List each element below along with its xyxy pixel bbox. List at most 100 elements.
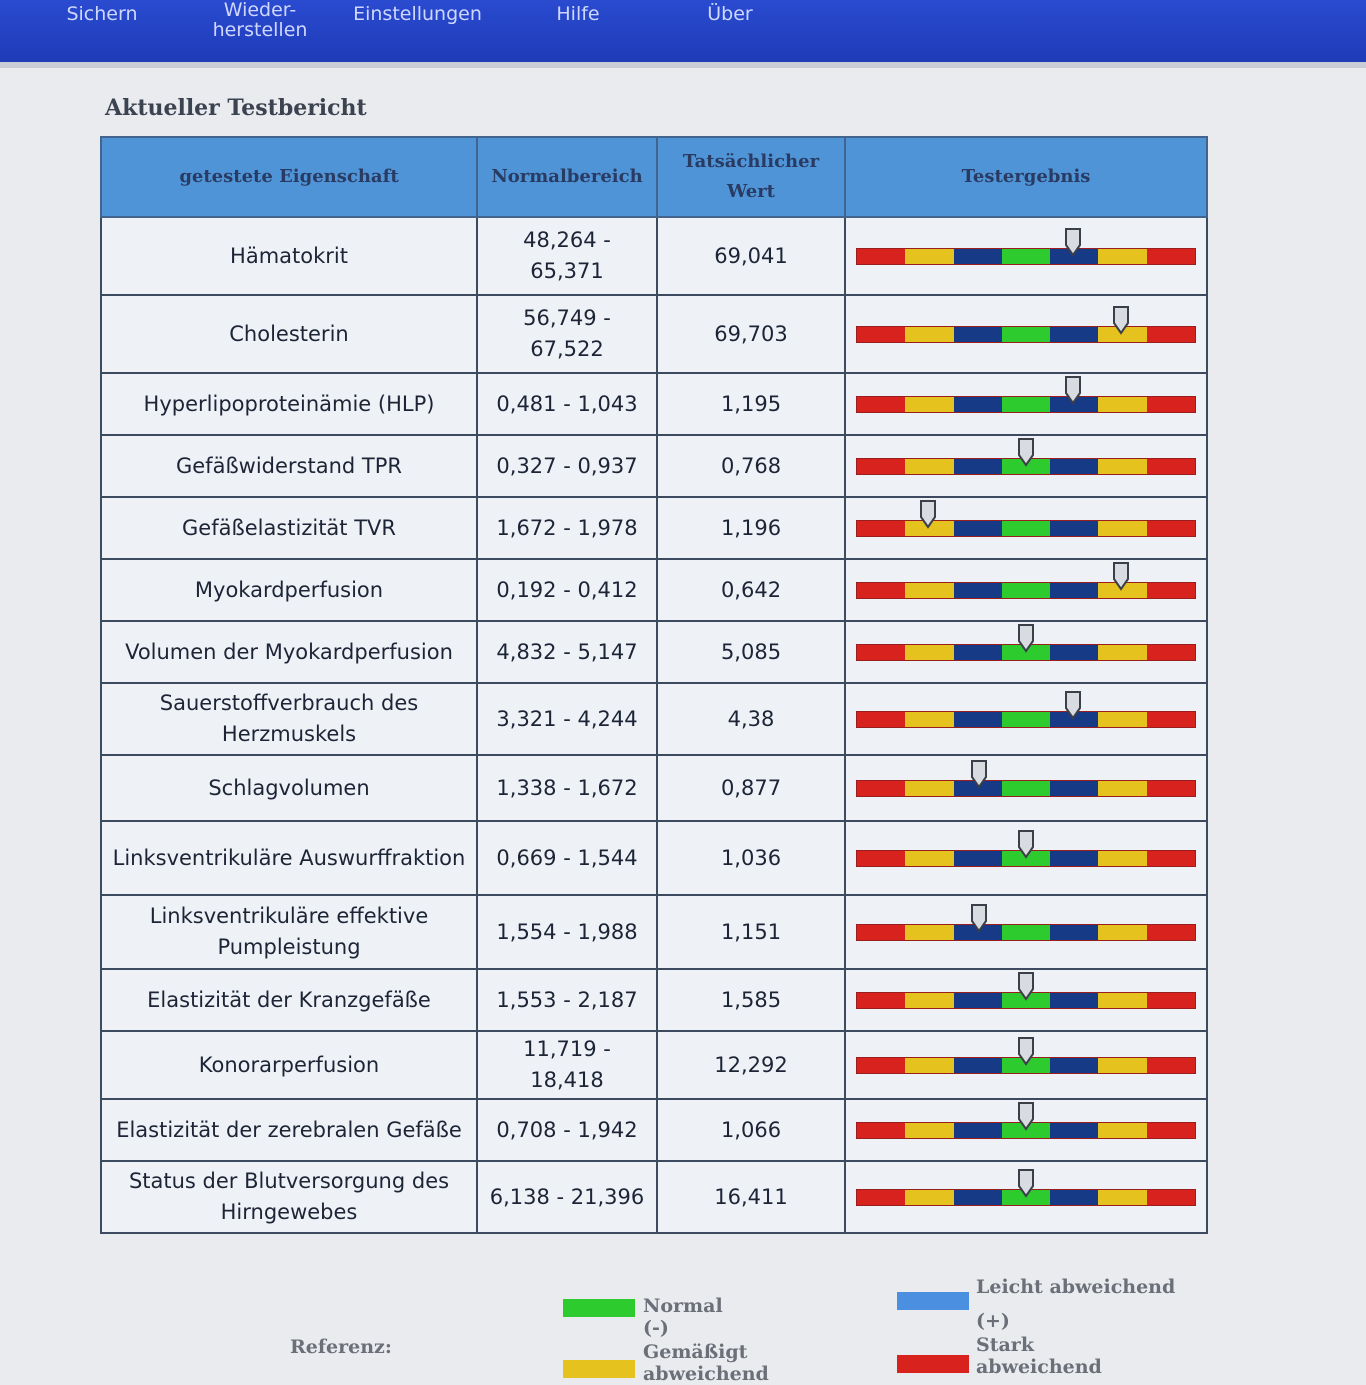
result-scale-bar xyxy=(856,227,1196,265)
scale-segment xyxy=(953,1057,1002,1073)
cell-normal-range: 0,192 - 0,412 xyxy=(476,558,658,622)
cell-normal-range: 0,669 - 1,544 xyxy=(476,820,658,896)
scale-segment xyxy=(1001,326,1051,342)
scale-segment xyxy=(1050,780,1099,796)
cell-test-result xyxy=(844,496,1208,560)
cell-property-name: Elastizität der Kranzgefäße xyxy=(100,968,478,1032)
table-row: Status der Blutversorgung des Hirngewebe… xyxy=(100,1160,1208,1234)
scale-segment xyxy=(1146,711,1195,727)
table-row: Hyperlipoproteinämie (HLP) 0,481 - 1,043 1… xyxy=(100,372,1208,436)
legend-swatch-moderate xyxy=(563,1360,635,1378)
cell-test-result xyxy=(844,1098,1208,1162)
scale-segment xyxy=(857,924,906,940)
scale-segment xyxy=(1098,520,1147,536)
scale-segment xyxy=(905,396,954,412)
menu-item-einstellungen[interactable]: Einstellungen xyxy=(345,4,490,24)
table-row: Hämatokrit 48,264 - 65,371 69,041 xyxy=(100,216,1208,296)
cell-normal-range: 1,553 - 2,187 xyxy=(476,968,658,1032)
scale-segment xyxy=(905,1122,954,1138)
cell-actual-value: 5,085 xyxy=(656,620,846,684)
scale-segment xyxy=(1146,644,1195,660)
cell-property-name: Hämatokrit xyxy=(100,216,478,296)
cell-actual-value: 0,877 xyxy=(656,754,846,822)
cell-property-name: Status der Blutversorgung des Hirngewebe… xyxy=(100,1160,478,1234)
cell-actual-value: 1,196 xyxy=(656,496,846,560)
menu-item-ueber[interactable]: Über xyxy=(700,4,760,24)
cell-test-result xyxy=(844,372,1208,436)
result-scale-bar xyxy=(856,437,1196,475)
scale-segment xyxy=(1146,992,1195,1008)
result-pointer-icon xyxy=(1112,305,1129,335)
cell-actual-value: 12,292 xyxy=(656,1030,846,1100)
cell-test-result xyxy=(844,894,1208,970)
result-pointer-icon xyxy=(970,759,987,789)
cell-normal-range: 48,264 - 65,371 xyxy=(476,216,658,296)
cell-actual-value: 1,066 xyxy=(656,1098,846,1162)
result-pointer-icon xyxy=(1018,1036,1034,1066)
menu-item-wiederherstellen[interactable]: Wieder- herstellen xyxy=(205,0,315,40)
table-row: Gefäßelastizität TVR 1,672 - 1,978 1,196 xyxy=(100,496,1208,560)
cell-actual-value: 69,703 xyxy=(656,294,846,374)
cell-property-name: Schlagvolumen xyxy=(100,754,478,822)
scale-segment xyxy=(1146,326,1195,342)
scale-segment xyxy=(953,992,1002,1008)
legend-label-normal: Normal (-) xyxy=(643,1295,723,1339)
cell-property-name: Gefäßwiderstand TPR xyxy=(100,434,478,498)
scale-segment xyxy=(857,780,906,796)
legend-swatch-severe xyxy=(897,1355,969,1373)
scale-segment xyxy=(953,326,1002,342)
cell-normal-range: 56,749 - 67,522 xyxy=(476,294,658,374)
result-pointer-icon xyxy=(1112,561,1129,591)
cell-normal-range: 0,481 - 1,043 xyxy=(476,372,658,436)
scale-segment xyxy=(1098,1057,1147,1073)
scale-segment xyxy=(857,1122,906,1138)
result-pointer-icon xyxy=(1018,1101,1034,1131)
cell-test-result xyxy=(844,294,1208,374)
scale-segment xyxy=(1050,992,1099,1008)
scale-segment xyxy=(1050,520,1099,536)
cell-actual-value: 1,036 xyxy=(656,820,846,896)
scale-segment xyxy=(1098,1122,1147,1138)
scale-segment xyxy=(1146,780,1195,796)
legend-label-moderate: Gemäßigt abweichend xyxy=(643,1341,769,1385)
scale-segment xyxy=(1146,1189,1195,1205)
scale-segment xyxy=(1098,850,1147,866)
column-header-normal-range: Normalbereich xyxy=(476,136,658,218)
cell-property-name: Sauerstoffverbrauch des Herzmuskels xyxy=(100,682,478,756)
page-title: Aktueller Testbericht xyxy=(105,95,367,121)
column-header-test-result: Testergebnis xyxy=(844,136,1208,218)
scale-segment xyxy=(1050,582,1099,598)
scale-segment xyxy=(1050,924,1099,940)
menu-item-sichern[interactable]: Sichern xyxy=(62,4,142,24)
scale-segment xyxy=(1050,326,1099,342)
scale-segment xyxy=(905,644,954,660)
scale-segment xyxy=(905,924,954,940)
scale-segment xyxy=(1146,1122,1195,1138)
scale-segment xyxy=(857,248,906,264)
scale-segment xyxy=(953,711,1002,727)
cell-test-result xyxy=(844,1160,1208,1234)
scale-segment xyxy=(905,992,954,1008)
cell-property-name: Myokardperfusion xyxy=(100,558,478,622)
scale-segment xyxy=(1050,644,1099,660)
result-scale-bar xyxy=(856,690,1196,728)
table-row: Linksventrikuläre effektive Pumpleistung… xyxy=(100,894,1208,970)
table-row: Elastizität der zerebralen Gefäße 0,708 -… xyxy=(100,1098,1208,1162)
scale-segment xyxy=(1050,850,1099,866)
table-row: Myokardperfusion 0,192 - 0,412 0,642 xyxy=(100,558,1208,622)
scale-segment xyxy=(905,458,954,474)
cell-test-result xyxy=(844,216,1208,296)
menu-item-hilfe[interactable]: Hilfe xyxy=(548,4,608,24)
scale-segment xyxy=(1050,1189,1099,1205)
table-row: Schlagvolumen 1,338 - 1,672 0,877 xyxy=(100,754,1208,822)
result-scale-bar xyxy=(856,759,1196,797)
scale-segment xyxy=(953,1189,1002,1205)
scale-segment xyxy=(857,644,906,660)
column-header-property: getestete Eigenschaft xyxy=(100,136,478,218)
scale-segment xyxy=(1098,780,1147,796)
scale-segment xyxy=(905,1057,954,1073)
scale-segment xyxy=(905,582,954,598)
result-pointer-icon xyxy=(1018,971,1034,1001)
scale-segment xyxy=(1098,458,1147,474)
table-header-row: getestete Eigenschaft Normalbereich Tats… xyxy=(100,136,1208,218)
